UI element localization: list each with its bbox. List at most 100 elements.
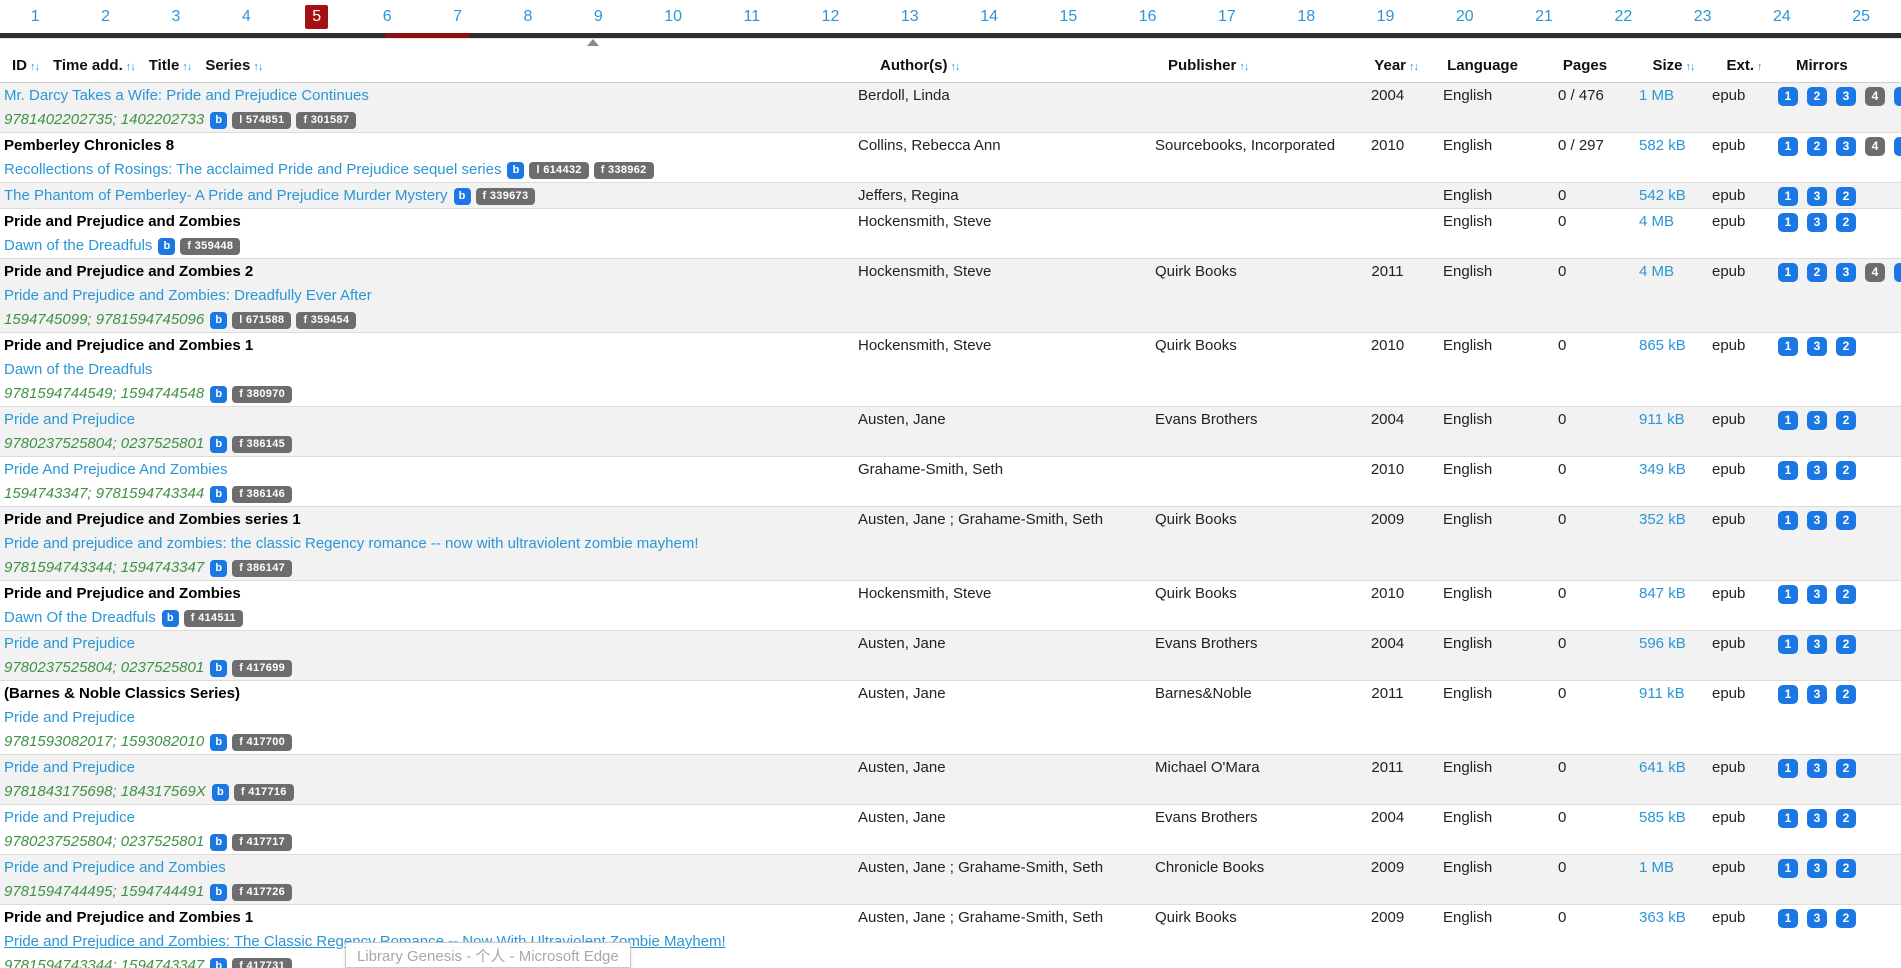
mirror-link[interactable]: 1 bbox=[1778, 685, 1798, 704]
page-link[interactable]: 13 bbox=[894, 5, 926, 29]
book-badge[interactable]: b bbox=[210, 560, 227, 577]
file-id-badge[interactable]: f 380970 bbox=[232, 386, 292, 403]
book-badge[interactable]: b bbox=[454, 188, 471, 205]
mirror-link[interactable]: 3 bbox=[1807, 859, 1827, 878]
mirror-link[interactable]: 3 bbox=[1807, 635, 1827, 654]
mirror-link[interactable]: 2 bbox=[1836, 187, 1856, 206]
mirror-link[interactable]: 3 bbox=[1807, 337, 1827, 356]
file-id-badge[interactable]: f 339673 bbox=[476, 188, 536, 205]
download-size-link[interactable]: 352 kB bbox=[1639, 511, 1686, 528]
page-link[interactable]: 17 bbox=[1211, 5, 1243, 29]
mirror-link[interactable]: 1 bbox=[1778, 635, 1798, 654]
page-link[interactable]: 18 bbox=[1290, 5, 1322, 29]
mirror-link[interactable]: 3 bbox=[1836, 137, 1856, 156]
download-size-link[interactable]: 1 MB bbox=[1639, 859, 1674, 876]
page-link[interactable]: 25 bbox=[1845, 5, 1877, 29]
page-link-current[interactable]: 5 bbox=[305, 5, 328, 29]
book-title-link[interactable]: Pride and Prejudice and Zombies bbox=[4, 859, 226, 876]
sort-header-authors[interactable]: Author(s)↑↓ bbox=[855, 57, 1140, 74]
mirror-link[interactable]: 3 bbox=[1807, 909, 1827, 928]
download-size-link[interactable]: 4 MB bbox=[1639, 213, 1674, 230]
file-id-badge[interactable]: f 359454 bbox=[296, 312, 356, 329]
mirror-link[interactable]: 1 bbox=[1778, 809, 1798, 828]
book-badge[interactable]: b bbox=[210, 834, 227, 851]
mirror-link[interactable]: 3 bbox=[1807, 461, 1827, 480]
book-title-link[interactable]: Pride and Prejudice bbox=[4, 635, 135, 652]
file-id-badge[interactable]: f 301587 bbox=[296, 112, 356, 129]
book-title-link[interactable]: Pride and Prejudice bbox=[4, 709, 135, 726]
mirror-link[interactable]: 1 bbox=[1778, 187, 1798, 206]
sort-header-year[interactable]: Year↑↓ bbox=[1355, 57, 1420, 74]
download-size-link[interactable]: 582 kB bbox=[1639, 137, 1686, 154]
download-size-link[interactable]: 911 kB bbox=[1639, 411, 1685, 428]
mirror-link[interactable]: 2 bbox=[1836, 337, 1856, 356]
book-badge[interactable]: b bbox=[212, 784, 229, 801]
sort-header-ext[interactable]: Ext.↑ bbox=[1710, 57, 1778, 74]
sort-header-size[interactable]: Size↑↓ bbox=[1637, 57, 1710, 74]
download-size-link[interactable]: 911 kB bbox=[1639, 685, 1685, 702]
page-link[interactable]: 10 bbox=[657, 5, 689, 29]
mirror-link[interactable]: 3 bbox=[1836, 87, 1856, 106]
mirror-link[interactable]: 1 bbox=[1778, 585, 1798, 604]
mirror-link[interactable]: 2 bbox=[1836, 635, 1856, 654]
mirror-link[interactable]: 5 bbox=[1894, 137, 1901, 156]
page-link[interactable]: 15 bbox=[1052, 5, 1084, 29]
book-badge[interactable]: b bbox=[507, 162, 524, 179]
mirror-link[interactable]: 3 bbox=[1807, 213, 1827, 232]
book-title-link[interactable]: Mr. Darcy Takes a Wife: Pride and Prejud… bbox=[4, 87, 369, 104]
file-id-badge[interactable]: f 386145 bbox=[232, 436, 292, 453]
mirror-link[interactable]: 3 bbox=[1807, 585, 1827, 604]
mirror-link[interactable]: 2 bbox=[1836, 809, 1856, 828]
book-badge[interactable]: b bbox=[210, 436, 227, 453]
download-size-link[interactable]: 596 kB bbox=[1639, 635, 1686, 652]
mirror-link[interactable]: 2 bbox=[1836, 213, 1856, 232]
page-link[interactable]: 24 bbox=[1766, 5, 1798, 29]
page-link[interactable]: 2 bbox=[94, 5, 117, 29]
download-size-link[interactable]: 4 MB bbox=[1639, 263, 1674, 280]
mirror-link[interactable]: 2 bbox=[1836, 511, 1856, 530]
book-title-link[interactable]: Pride and Prejudice bbox=[4, 759, 135, 776]
scrollbar-thumb[interactable] bbox=[385, 33, 470, 38]
mirror-link[interactable]: 1 bbox=[1778, 137, 1798, 156]
book-badge[interactable]: b bbox=[210, 312, 227, 329]
file-id-badge[interactable]: l 574851 bbox=[232, 112, 291, 129]
page-link[interactable]: 9 bbox=[587, 5, 610, 29]
book-title-link[interactable]: Pride And Prejudice And Zombies bbox=[4, 461, 227, 478]
mirror-link[interactable]: 2 bbox=[1836, 685, 1856, 704]
sort-header-time-added[interactable]: Time add.↑↓ bbox=[53, 57, 135, 74]
file-id-badge[interactable]: f 417700 bbox=[232, 734, 292, 751]
page-link[interactable]: 20 bbox=[1449, 5, 1481, 29]
mirror-link[interactable]: 3 bbox=[1807, 759, 1827, 778]
page-link[interactable]: 3 bbox=[165, 5, 188, 29]
book-title-link[interactable]: Pride and prejudice and zombies: the cla… bbox=[4, 535, 699, 552]
book-title-link[interactable]: Pride and Prejudice and Zombies: Dreadfu… bbox=[4, 287, 372, 304]
download-size-link[interactable]: 1 MB bbox=[1639, 87, 1674, 104]
mirror-link[interactable]: 3 bbox=[1807, 187, 1827, 206]
book-badge[interactable]: b bbox=[210, 660, 227, 677]
mirror-link[interactable]: 2 bbox=[1836, 585, 1856, 604]
mirror-link[interactable]: 1 bbox=[1778, 759, 1798, 778]
mirror-link[interactable]: 2 bbox=[1807, 87, 1827, 106]
book-badge[interactable]: b bbox=[162, 610, 179, 627]
page-link[interactable]: 8 bbox=[516, 5, 539, 29]
download-size-link[interactable]: 641 kB bbox=[1639, 759, 1686, 776]
mirror-link[interactable]: 1 bbox=[1778, 909, 1798, 928]
page-link[interactable]: 14 bbox=[973, 5, 1005, 29]
mirror-link[interactable]: 1 bbox=[1778, 263, 1798, 282]
file-id-badge[interactable]: f 386147 bbox=[232, 560, 292, 577]
page-link[interactable]: 21 bbox=[1528, 5, 1560, 29]
mirror-link[interactable]: 1 bbox=[1778, 337, 1798, 356]
book-title-link[interactable]: Dawn of the Dreadfuls bbox=[4, 237, 152, 254]
file-id-badge[interactable]: l 671588 bbox=[232, 312, 291, 329]
book-title-link[interactable]: Recollections of Rosings: The acclaimed … bbox=[4, 161, 501, 178]
mirror-link[interactable]: 5 bbox=[1894, 263, 1901, 282]
book-badge[interactable]: b bbox=[210, 386, 227, 403]
download-size-link[interactable]: 363 kB bbox=[1639, 909, 1686, 926]
mirror-link[interactable]: 3 bbox=[1807, 685, 1827, 704]
mirror-link[interactable]: 4 bbox=[1865, 263, 1885, 282]
file-id-badge[interactable]: f 338962 bbox=[594, 162, 654, 179]
download-size-link[interactable]: 349 kB bbox=[1639, 461, 1686, 478]
page-link[interactable]: 19 bbox=[1370, 5, 1402, 29]
book-title-link[interactable]: Dawn Of the Dreadfuls bbox=[4, 609, 156, 626]
sort-header-publisher[interactable]: Publisher↑↓ bbox=[1140, 57, 1355, 74]
